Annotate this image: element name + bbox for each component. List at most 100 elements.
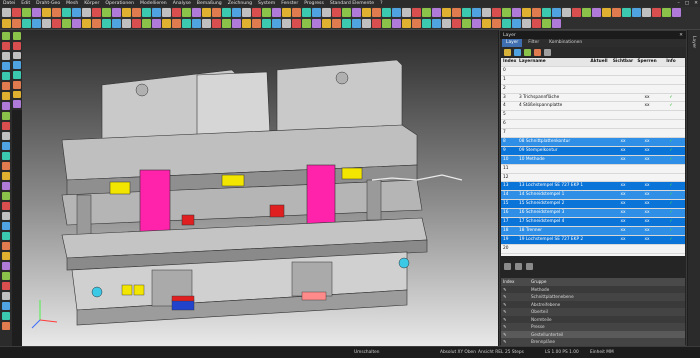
side-tool-icon[interactable] <box>1 212 10 220</box>
toolbar-tool-icon[interactable] <box>202 19 211 28</box>
toolbar-tool-icon[interactable] <box>322 19 331 28</box>
toolbar-tool-icon[interactable] <box>462 8 471 17</box>
toolbar-tool-icon[interactable] <box>72 8 81 17</box>
layer-cell-index[interactable]: 2 <box>501 85 517 93</box>
layer-cell-info[interactable] <box>659 85 683 93</box>
toolbar-tool-icon[interactable] <box>572 8 581 17</box>
toolbar-tool-icon[interactable] <box>2 19 11 28</box>
layer-cell-lock[interactable] <box>635 129 659 137</box>
side-tool-icon[interactable] <box>1 202 10 210</box>
edit-group-icon[interactable]: ✎ <box>501 308 531 316</box>
layer-cell-aktuell[interactable] <box>587 76 611 84</box>
layer-cell-vis[interactable]: xx <box>611 218 635 226</box>
column-header[interactable]: Layername <box>517 58 587 66</box>
side-tool-icon[interactable] <box>1 42 10 50</box>
column-header[interactable]: Sperren <box>635 58 659 66</box>
group-delete-icon[interactable] <box>526 263 533 270</box>
edit-group-icon[interactable]: ✎ <box>501 331 531 339</box>
layer-cell-info[interactable]: ✓ <box>659 156 683 164</box>
toolbar-tool-icon[interactable] <box>132 8 141 17</box>
layer-cell-index[interactable]: 11 <box>501 165 517 173</box>
layer-cell-vis[interactable] <box>611 94 635 102</box>
layer-cell-info[interactable] <box>659 67 683 75</box>
layer-cell-info[interactable] <box>659 165 683 173</box>
close-window-icon[interactable]: ✕ <box>694 0 698 7</box>
toolbar-tool-icon[interactable] <box>112 19 121 28</box>
toolbar-tool-icon[interactable] <box>52 8 61 17</box>
layer-cell-lock[interactable]: xx <box>635 94 659 102</box>
toolbar-tool-icon[interactable] <box>432 19 441 28</box>
toolbar-tool-icon[interactable] <box>502 8 511 17</box>
group-row[interactable]: ✎ Methode <box>501 286 685 294</box>
group-add-icon[interactable] <box>504 263 511 270</box>
layer-cell-lock[interactable] <box>635 174 659 182</box>
toolbar-tool-icon[interactable] <box>72 19 81 28</box>
layer-cell-aktuell[interactable] <box>587 102 611 110</box>
layer-cell-aktuell[interactable] <box>587 94 611 102</box>
layer-cell-info[interactable] <box>659 129 683 137</box>
group-column-header[interactable]: Index <box>501 278 531 286</box>
toolbar-tool-icon[interactable] <box>542 8 551 17</box>
toolbar-tool-icon[interactable] <box>392 8 401 17</box>
toolbar-tool-icon[interactable] <box>142 8 151 17</box>
layer-cell-vis[interactable] <box>611 174 635 182</box>
toolbar-tool-icon[interactable] <box>302 8 311 17</box>
toolbar-tool-icon[interactable] <box>652 8 661 17</box>
layer-cell-lock[interactable]: xx <box>635 102 659 110</box>
layer-cell-aktuell[interactable] <box>587 111 611 119</box>
layer-filter-icon[interactable] <box>544 48 551 56</box>
toolbar-tool-icon[interactable] <box>482 19 491 28</box>
layer-row[interactable]: 12 <box>501 174 685 183</box>
layer-cell-vis[interactable]: xx <box>611 209 635 217</box>
toolbar-tool-icon[interactable] <box>262 8 271 17</box>
new-layer-icon[interactable] <box>504 48 511 56</box>
toolbar-tool-icon[interactable] <box>412 19 421 28</box>
layer-cell-lock[interactable]: xx <box>635 182 659 190</box>
layer-cell-info[interactable]: ✓ <box>659 147 683 155</box>
toolbar-tool-icon[interactable] <box>22 8 31 17</box>
side-tool-icon[interactable] <box>13 100 21 108</box>
layer-cell-info[interactable] <box>659 76 683 84</box>
layer-cell-index[interactable]: 13 <box>501 182 517 190</box>
toolbar-tool-icon[interactable] <box>612 8 621 17</box>
side-tool-icon[interactable] <box>1 262 10 270</box>
column-header[interactable]: Info <box>659 58 683 66</box>
side-tool-icon[interactable] <box>1 172 10 180</box>
status-plane[interactable]: Absolut XY Oben <box>440 350 476 355</box>
toolbar-tool-icon[interactable] <box>292 19 301 28</box>
side-tool-icon[interactable] <box>13 71 21 79</box>
toolbar-tool-icon[interactable] <box>122 8 131 17</box>
toolbar-tool-icon[interactable] <box>222 19 231 28</box>
layer-cell-aktuell[interactable] <box>587 165 611 173</box>
toolbar-tool-icon[interactable] <box>82 8 91 17</box>
edit-group-icon[interactable]: ✎ <box>501 338 531 346</box>
layer-cell-info[interactable]: ✓ <box>659 138 683 146</box>
group-edit-icon[interactable] <box>515 263 522 270</box>
toolbar-tool-icon[interactable] <box>2 8 11 17</box>
tab-filter[interactable]: Filter <box>524 39 543 47</box>
toolbar-tool-icon[interactable] <box>42 19 51 28</box>
layer-row[interactable]: 17 17 Schneidstempel 4 xx xx ✓ <box>501 218 685 227</box>
toolbar-tool-icon[interactable] <box>562 8 571 17</box>
side-tool-icon[interactable] <box>13 32 21 40</box>
toolbar-tool-icon[interactable] <box>492 19 501 28</box>
toolbar-tool-icon[interactable] <box>472 8 481 17</box>
layer-row[interactable]: 13 13 Lochstempel SE 727 EKP 1 xx xx ✓ <box>501 182 685 192</box>
side-tool-icon[interactable] <box>1 122 10 130</box>
menu-item-8[interactable]: Bemaßung <box>197 0 222 7</box>
layer-cell-lock[interactable] <box>635 245 659 253</box>
column-header[interactable]: Sichtbar <box>611 58 635 66</box>
layer-row[interactable]: 1 <box>501 76 685 85</box>
toolbar-tool-icon[interactable] <box>132 19 141 28</box>
toolbar-tool-icon[interactable] <box>502 19 511 28</box>
toolbar-tool-icon[interactable] <box>22 19 31 28</box>
toolbar-tool-icon[interactable] <box>242 8 251 17</box>
edit-group-icon[interactable]: ✎ <box>501 293 531 301</box>
layer-row[interactable]: 18 18 Trenner xx xx ✓ <box>501 226 685 236</box>
layer-cell-aktuell[interactable] <box>587 236 611 244</box>
toolbar-tool-icon[interactable] <box>582 8 591 17</box>
status-steps[interactable]: 25 Steps <box>505 350 524 355</box>
layer-row[interactable]: 15 15 Schneidstempel 2 xx xx ✓ <box>501 200 685 210</box>
layer-cell-vis[interactable]: xx <box>611 156 635 164</box>
toolbar-tool-icon[interactable] <box>172 8 181 17</box>
